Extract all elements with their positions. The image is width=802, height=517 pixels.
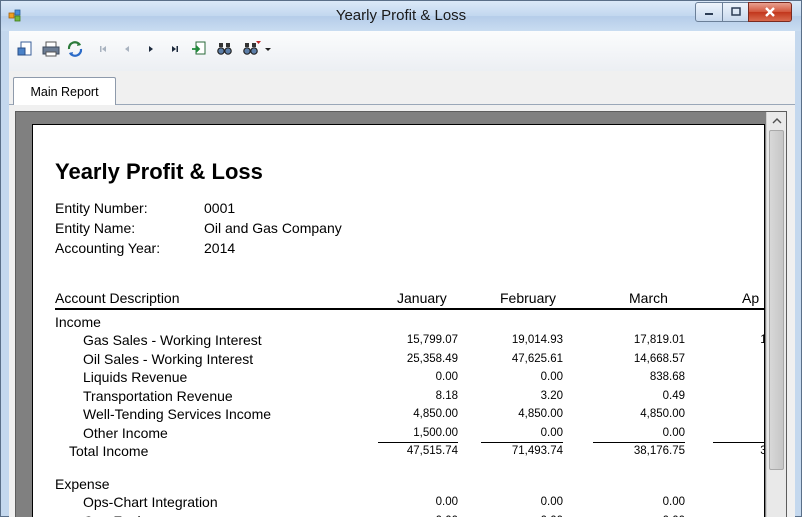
minimize-icon (705, 13, 713, 15)
first-page-icon (100, 46, 106, 52)
income-row-label: Well-Tending Services Income (83, 406, 272, 423)
income-row-value: 3.20 (540, 389, 563, 402)
total-income-april: 34,46 (699, 445, 764, 457)
column-header-january: January (397, 290, 447, 306)
refresh-icon (67, 41, 83, 57)
entity-name-label: Entity Name: (55, 220, 136, 236)
income-heading: Income (55, 314, 101, 330)
accounting-year-label: Accounting Year: (55, 240, 161, 256)
scroll-thumb[interactable] (769, 130, 784, 470)
find-button[interactable] (215, 39, 235, 59)
income-row-value: 4,850.00 (518, 408, 563, 421)
income-row-value: 47,625.61 (511, 352, 563, 365)
expense-row-value: 0.00 (540, 496, 563, 508)
print-icon (42, 41, 60, 57)
income-row-value: 0.00 (540, 427, 563, 439)
column-header-april: Ap (742, 290, 760, 306)
income-row-value: 4,85 (699, 408, 764, 420)
income-row-label: Gas Sales - Working Interest (83, 332, 262, 348)
last-page-icon (172, 46, 178, 52)
print-button[interactable] (41, 39, 61, 59)
income-row-value: 4,850.00 (640, 408, 685, 421)
goto-page-button[interactable] (189, 39, 209, 59)
expense-heading: Expense (55, 476, 110, 492)
income-row-value: 23 (699, 427, 764, 439)
expense-row-value: 0.00 (435, 496, 458, 508)
previous-page-button[interactable] (117, 39, 137, 59)
total-income-label: Total Income (69, 443, 149, 459)
income-row-value: 17,819.01 (633, 334, 685, 346)
entity-name-value: Oil and Gas Company (204, 220, 342, 236)
income-row-value: 14,668.57 (633, 352, 685, 365)
find-icon (217, 43, 232, 55)
total-income-february: 71,493.74 (511, 445, 563, 457)
income-row-label: Liquids Revenue (83, 369, 188, 386)
maximize-button[interactable] (722, 2, 749, 22)
income-row-value: 0.00 (435, 371, 458, 384)
income-row-value: 25,358.49 (406, 352, 458, 365)
entity-number-label: Entity Number: (55, 200, 148, 216)
refresh-button[interactable] (65, 39, 85, 59)
subtotal-rule-march (593, 442, 685, 443)
title-bar[interactable]: Yearly Profit & Loss (1, 1, 801, 31)
subtotal-rule-april (713, 442, 764, 443)
scroll-up-button[interactable] (767, 112, 786, 129)
export-icon (17, 41, 32, 56)
income-row-value: 0.00 (662, 427, 685, 439)
expense-row-value: 0.00 (662, 496, 685, 508)
subtotal-rule-january (378, 442, 458, 443)
zoom-icon (243, 41, 271, 55)
last-page-button[interactable] (165, 39, 185, 59)
subtotal-rule-february (481, 442, 563, 443)
chevron-up-icon (772, 117, 781, 123)
report-window: Yearly Profit & Loss Main Report Yearly … (0, 0, 802, 517)
income-row-label: Other Income (83, 425, 168, 441)
income-row-value: 838.68 (649, 371, 685, 384)
report-page: Yearly Profit & Loss Entity Number: 0001… (32, 124, 765, 517)
column-header-february: February (500, 290, 557, 306)
vertical-scrollbar[interactable] (766, 112, 786, 517)
accounting-year-value: 2014 (204, 240, 236, 256)
zoom-dropdown-button[interactable] (241, 39, 275, 59)
total-income-march: 38,176.75 (633, 445, 685, 457)
expense-row-label: Ops-Chart Integration (83, 494, 218, 510)
next-page-icon (149, 46, 153, 52)
minimize-button[interactable] (695, 2, 723, 22)
goto-page-icon (192, 41, 206, 55)
tab-main-report[interactable]: Main Report (13, 77, 116, 105)
header-rule (55, 308, 764, 310)
window-title: Yearly Profit & Loss (335, 7, 467, 24)
export-button[interactable] (15, 39, 35, 59)
first-page-button[interactable] (93, 39, 113, 59)
report-title: Yearly Profit & Loss (55, 159, 263, 184)
expense-row-label: Ops-Fuel (83, 513, 141, 517)
income-row-value: 15,799.07 (406, 334, 458, 346)
entity-number-value: 0001 (204, 200, 236, 216)
income-row-value: 19,014.93 (511, 334, 563, 346)
income-row-value: 19,96 (699, 334, 764, 346)
next-page-button[interactable] (141, 39, 161, 59)
column-header-description: Account Description (55, 290, 180, 306)
close-button[interactable] (748, 2, 792, 22)
previous-page-icon (125, 46, 129, 52)
income-row-label: Oil Sales - Working Interest (83, 350, 254, 367)
report-viewer: Yearly Profit & Loss Entity Number: 0001… (15, 111, 787, 517)
income-row-value: 0.00 (540, 371, 563, 384)
income-row-label: Transportation Revenue (83, 387, 233, 404)
maximize-icon (730, 7, 741, 16)
client-area: Main Report Yearly Profit & Loss Entity … (9, 31, 795, 517)
income-row-value: 4,850.00 (413, 408, 458, 421)
income-row-value: 8,51 (699, 353, 764, 365)
income-row-value: 8.18 (435, 389, 458, 402)
report-toolbar (9, 31, 795, 71)
income-row-value: 90 (699, 371, 764, 383)
total-income-january: 47,515.74 (406, 445, 458, 457)
income-row-value: 1,500.00 (413, 427, 458, 439)
column-header-march: March (629, 290, 668, 306)
tab-strip: Main Report (9, 71, 795, 105)
close-icon (765, 7, 775, 17)
income-row-value: 0.49 (662, 389, 685, 402)
